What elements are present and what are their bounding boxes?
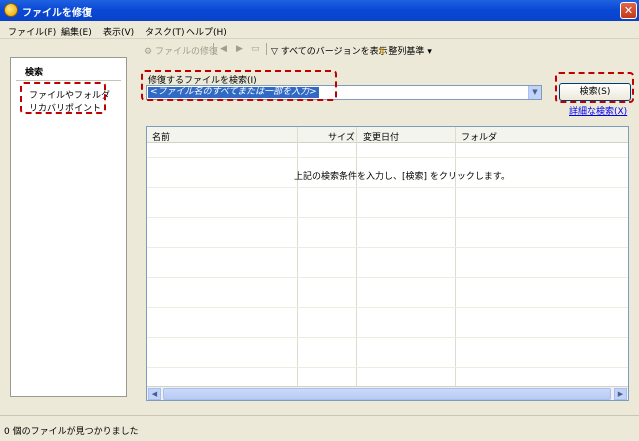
annotation-box-search-field (141, 70, 337, 101)
scroll-left-icon[interactable]: ◀ (148, 388, 161, 400)
horizontal-scrollbar[interactable]: ◀ ▶ (147, 386, 628, 400)
menu-view[interactable]: 表示(V) (103, 25, 134, 38)
row-line (147, 217, 628, 218)
column-divider (455, 127, 456, 386)
menu-task[interactable]: タスク(T) (145, 25, 185, 38)
show-all-versions-label: すべてのバージョンを表示 (280, 47, 388, 57)
toolbar: ⚙ ファイルの修復 ◀ ▶ ▭ ▽ すべてのバージョンを表示 ⇅ 整列基準 ▾ (138, 39, 639, 59)
results-table[interactable]: 名前 サイズ 変更日付 フォルダ 上記の検索条件を入力し、[検索] をクリックし… (146, 126, 629, 401)
advanced-search-link[interactable]: 詳細な検索(X) (569, 104, 627, 117)
column-name[interactable]: 名前 (152, 130, 170, 143)
row-line (147, 367, 628, 368)
column-size[interactable]: サイズ (328, 130, 355, 143)
sidebar-divider (16, 80, 121, 81)
table-header: 名前 サイズ 変更日付 フォルダ (147, 127, 628, 143)
menu-edit[interactable]: 編集(E) (61, 25, 92, 38)
filter-icon: ▽ (271, 47, 278, 57)
menu-bar: ファイル(F) 編集(E) 表示(V) タスク(T) ヘルプ(H) (0, 21, 639, 39)
scroll-thumb[interactable] (163, 388, 611, 400)
toolbar-separator (213, 43, 214, 55)
repair-button-label: ファイルの修復 (154, 47, 218, 57)
row-line (147, 337, 628, 338)
column-divider (297, 127, 298, 386)
repair-button[interactable]: ⚙ ファイルの修復 (144, 44, 218, 57)
dropdown-arrow-icon[interactable]: ▼ (528, 86, 541, 99)
sort-by-button[interactable]: ⇅ 整列基準 ▾ (378, 44, 432, 57)
back-arrow-icon[interactable]: ◀ (220, 44, 227, 54)
status-text: 0 個のファイルが見つかりました (4, 427, 139, 437)
row-line (147, 187, 628, 188)
empty-results-message: 上記の検索条件を入力し、[検索] をクリックします。 (294, 172, 510, 182)
folder-up-icon[interactable]: ▭ (251, 44, 260, 54)
repair-icon: ⚙ (144, 47, 153, 57)
title-bar: ファイルを修復 ✕ (0, 0, 639, 21)
chevron-down-icon: ▾ (427, 47, 432, 57)
sidebar-title: 検索 (25, 68, 44, 78)
close-button[interactable]: ✕ (620, 2, 637, 19)
sort-icon: ⇅ (378, 47, 386, 57)
annotation-box-search-button (555, 72, 634, 103)
window-title: ファイルを修復 (22, 8, 92, 19)
row-line (147, 307, 628, 308)
app-icon (4, 3, 18, 17)
row-line (147, 277, 628, 278)
forward-arrow-icon[interactable]: ▶ (236, 44, 243, 54)
column-divider (356, 127, 357, 386)
toolbar-separator (266, 43, 267, 55)
column-modified[interactable]: 変更日付 (363, 130, 399, 143)
row-line (147, 157, 628, 158)
annotation-box-sidebar (20, 82, 106, 114)
column-folder[interactable]: フォルダ (461, 130, 497, 143)
status-bar: 0 個のファイルが見つかりました (0, 415, 639, 441)
show-all-versions-button[interactable]: ▽ すべてのバージョンを表示 (271, 44, 388, 57)
menu-help[interactable]: ヘルプ(H) (186, 25, 227, 38)
row-line (147, 247, 628, 248)
sort-by-label: 整列基準 (388, 47, 425, 57)
scroll-right-icon[interactable]: ▶ (614, 388, 627, 400)
menu-file[interactable]: ファイル(F) (8, 25, 56, 38)
